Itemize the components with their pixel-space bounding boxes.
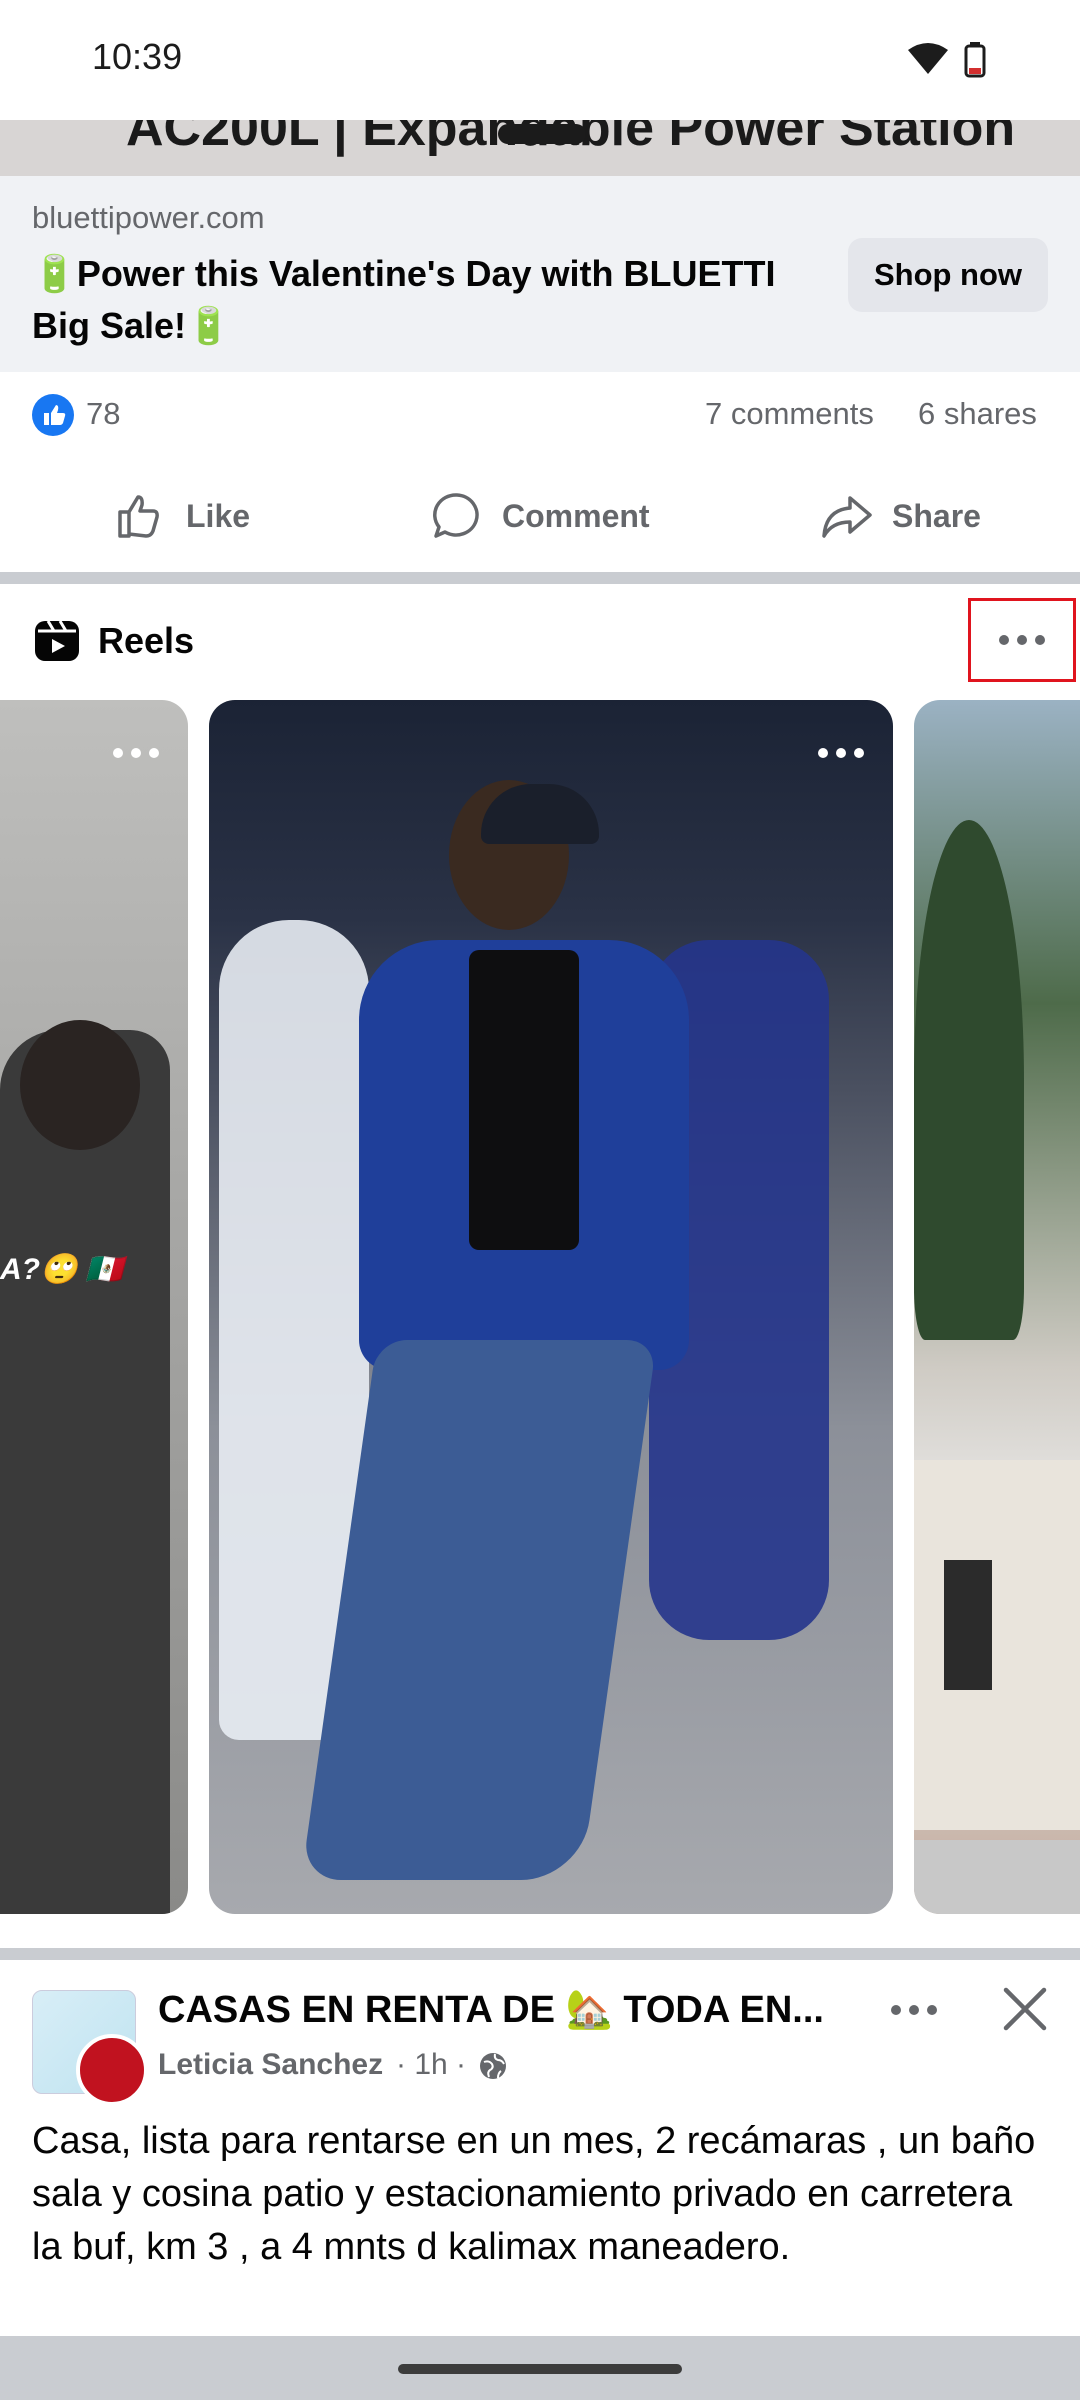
post-time[interactable]: · 1h · [396,2048,466,2082]
share-label: Share [892,497,981,534]
section-divider [0,572,1080,584]
more-icon [891,2005,937,2015]
shop-now-button[interactable]: Shop now [848,238,1048,312]
tree [914,820,1024,1340]
house-wall [914,1460,1080,1830]
status-time: 10:39 [92,36,183,77]
house-window [944,1560,992,1690]
reels-more-button[interactable] [968,598,1076,682]
reel-card-left[interactable]: A?🙄 🇲🇽 [0,700,188,1914]
post-more-button[interactable] [884,1990,944,2030]
reel-thumbnail [914,700,1080,1914]
share-icon [822,496,872,538]
reel-card-center[interactable] [209,700,893,1914]
comment-icon [433,493,479,538]
wifi-icon [908,43,948,74]
ad-headline[interactable]: 🔋Power this Valentine's Day with BLUETTI… [32,248,812,352]
close-icon[interactable] [1000,1984,1050,2034]
thumbs-up-icon [118,495,159,538]
person-head [20,1020,140,1150]
reel-thumbnail [0,700,188,1914]
home-gesture-handle[interactable] [398,2364,682,2374]
section-divider [0,1948,1080,1960]
performer-shirt [469,950,579,1250]
ad-domain: bluettipower.com [32,200,265,235]
comment-button[interactable]: Comment [430,480,650,552]
snow-ground [914,1840,1080,1914]
reel-caption: A?🙄 🇲🇽 [0,1253,124,1286]
reel-more-icon[interactable] [818,748,864,758]
reels-title: Reels [98,620,195,661]
post-text: Casa, lista para rentarse en un mes, 2 r… [32,2120,1036,2268]
shares-count[interactable]: 6 shares [918,396,1037,432]
like-count[interactable]: 78 [86,396,120,432]
like-button[interactable]: Like [112,480,250,552]
comments-count[interactable]: 7 comments [705,396,874,432]
more-icon [999,635,1045,645]
person-silhouette [0,1030,170,1914]
reel-more-icon[interactable] [113,748,159,758]
post-group-title[interactable]: CASAS EN RENTA DE 🏡 TODA EN... [158,1988,848,2032]
post-author[interactable]: Leticia Sanchez [158,2048,383,2082]
like-label: Like [186,497,251,534]
ad-video-bottom[interactable]: AC200L | Expandable Power Station [0,120,1080,176]
comment-label: Comment [502,497,650,534]
reel-thumbnail [209,700,893,1914]
video-progress-pill [498,124,586,144]
reel-card-right[interactable] [914,700,1080,1914]
reels-icon [35,620,79,661]
author-avatar[interactable] [76,2034,148,2106]
share-button[interactable]: Share [818,480,981,552]
battery-icon [964,42,986,78]
globe-icon [480,2053,506,2079]
like-reaction-icon [32,394,74,436]
